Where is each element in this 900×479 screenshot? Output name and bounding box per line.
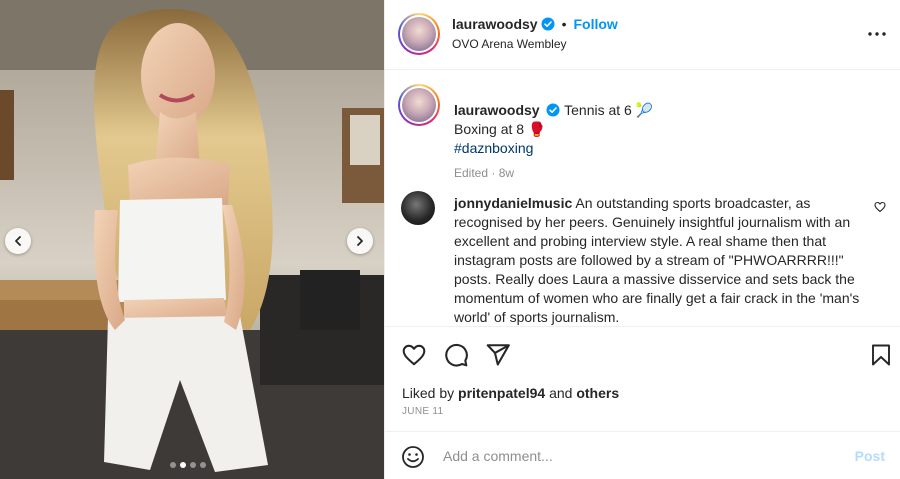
caption-meta: Edited · 8w <box>454 164 874 183</box>
heart-icon[interactable] <box>401 342 427 368</box>
carousel-dot-active <box>180 462 186 468</box>
comment-body: An outstanding sports broadcaster, as re… <box>454 195 860 325</box>
post-date[interactable]: JUNE 11 <box>402 406 443 417</box>
post-photo <box>0 0 384 479</box>
chevron-left-icon <box>15 236 21 246</box>
bookmark-icon[interactable] <box>869 342 893 368</box>
post-header: laurawoodsy • Follow OVO Arena Wembley <box>385 0 900 70</box>
boxing-emoji: 🥊 <box>527 121 546 137</box>
likes-others-link[interactable]: others <box>576 385 619 401</box>
caption-line-1: Tennis at 6 <box>564 102 632 118</box>
comments-section[interactable]: laurawoodsy Tennis at 6 🎾 Boxing at 8 🥊 … <box>385 71 900 326</box>
add-comment-bar: Post <box>385 431 900 479</box>
hashtag-link[interactable]: #daznboxing <box>454 140 533 156</box>
post-age[interactable]: 8w <box>499 166 514 180</box>
commenter-username[interactable]: jonnydanielmusic <box>454 195 572 211</box>
likes-summary: Liked by pritenpatel94 and others <box>402 385 619 401</box>
likes-and: and <box>549 385 573 401</box>
carousel-prev-button[interactable] <box>5 228 31 254</box>
carousel-dot <box>200 462 206 468</box>
author-avatar[interactable] <box>398 13 440 55</box>
verified-badge-icon <box>541 17 555 31</box>
carousel-dot <box>190 462 196 468</box>
post-media[interactable] <box>0 0 384 479</box>
caption-avatar[interactable] <box>398 84 440 126</box>
post-details-panel: laurawoodsy • Follow OVO Arena Wembley l… <box>384 0 900 479</box>
caption-username[interactable]: laurawoodsy <box>454 102 540 118</box>
meta-dot: · <box>491 166 496 180</box>
comment-icon[interactable] <box>443 342 469 368</box>
more-options-icon[interactable] <box>867 24 887 44</box>
tennis-emoji: 🎾 <box>635 102 654 118</box>
comment-input[interactable] <box>443 445 843 467</box>
chevron-right-icon <box>357 236 363 246</box>
separator-dot: • <box>561 16 567 32</box>
caption-text: laurawoodsy Tennis at 6 🎾 Boxing at 8 🥊 … <box>454 101 874 183</box>
carousel-dot <box>170 462 176 468</box>
comment-like-heart-icon[interactable] <box>874 201 886 213</box>
carousel-next-button[interactable] <box>347 228 373 254</box>
author-line: laurawoodsy • Follow <box>452 16 618 32</box>
post-actions: Liked by pritenpatel94 and others JUNE 1… <box>385 326 900 430</box>
author-username[interactable]: laurawoodsy <box>452 16 538 32</box>
edited-label: Edited <box>454 166 489 180</box>
follow-button[interactable]: Follow <box>574 16 618 32</box>
carousel-indicator <box>170 462 206 468</box>
liked-by-user[interactable]: pritenpatel94 <box>458 385 545 401</box>
verified-badge-icon <box>546 103 560 117</box>
caption-line-2: Boxing at 8 <box>454 121 525 137</box>
post-location[interactable]: OVO Arena Wembley <box>452 37 567 51</box>
share-icon[interactable] <box>485 342 511 368</box>
emoji-icon[interactable] <box>401 445 425 469</box>
post-comment-button[interactable]: Post <box>855 448 885 464</box>
comment-text: jonnydanielmusic An outstanding sports b… <box>454 194 864 326</box>
likes-prefix: Liked by <box>402 385 455 401</box>
commenter-avatar[interactable] <box>401 191 435 225</box>
